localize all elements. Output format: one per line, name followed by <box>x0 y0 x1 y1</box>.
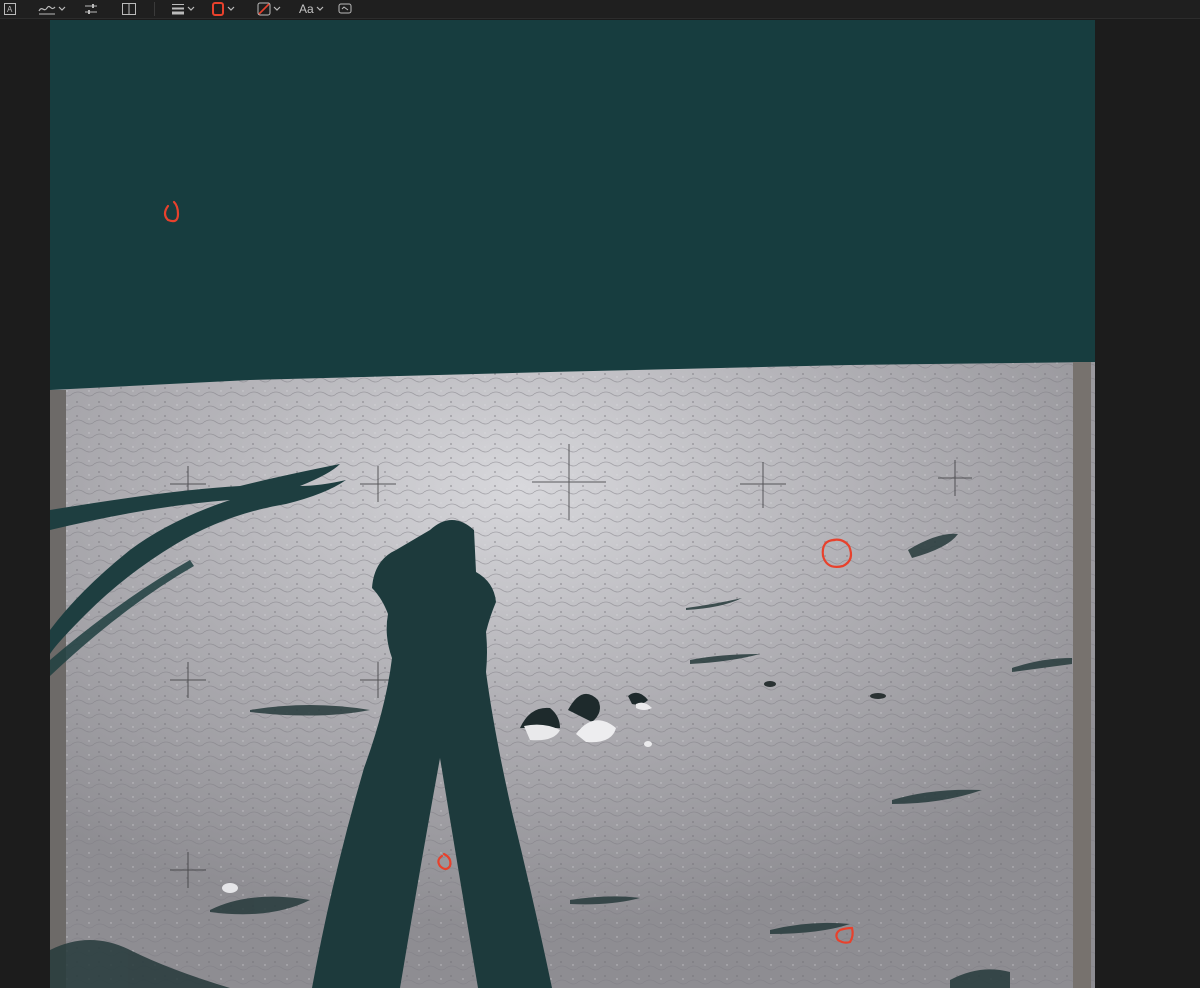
layout-tool[interactable] <box>118 0 140 19</box>
chevron-down-icon <box>273 6 281 11</box>
line-weight-icon <box>172 4 184 15</box>
adjust-tool[interactable] <box>80 0 102 19</box>
lunar-surface-photo <box>50 20 1095 988</box>
chevron-down-icon <box>187 6 195 11</box>
text-box-icon: A <box>4 3 16 15</box>
columns-icon <box>122 3 136 15</box>
film-edge-right <box>1073 362 1091 988</box>
svg-text:A: A <box>7 5 13 14</box>
chevron-down-icon <box>58 6 66 11</box>
signature-icon <box>38 5 56 15</box>
film-edge-left <box>50 390 66 988</box>
border-color-icon <box>212 2 224 16</box>
markup-toolbar: A Aa <box>0 0 1200 19</box>
chevron-down-icon <box>316 6 324 11</box>
signature-tool[interactable] <box>34 0 70 19</box>
border-color-tool[interactable] <box>207 0 239 19</box>
sign-icon <box>338 3 352 14</box>
sign-tool[interactable] <box>334 0 356 19</box>
toolbar-divider <box>154 2 155 16</box>
font-tool[interactable]: Aa <box>295 0 328 19</box>
sliders-icon <box>85 4 97 14</box>
fill-color-icon <box>257 2 271 16</box>
sky <box>50 20 1095 392</box>
fill-color-tool[interactable] <box>253 0 285 19</box>
text-box-tool[interactable]: A <box>0 0 20 19</box>
chevron-down-icon <box>227 6 235 11</box>
line-weight-tool[interactable] <box>167 0 199 19</box>
font-icon: Aa <box>299 2 314 16</box>
